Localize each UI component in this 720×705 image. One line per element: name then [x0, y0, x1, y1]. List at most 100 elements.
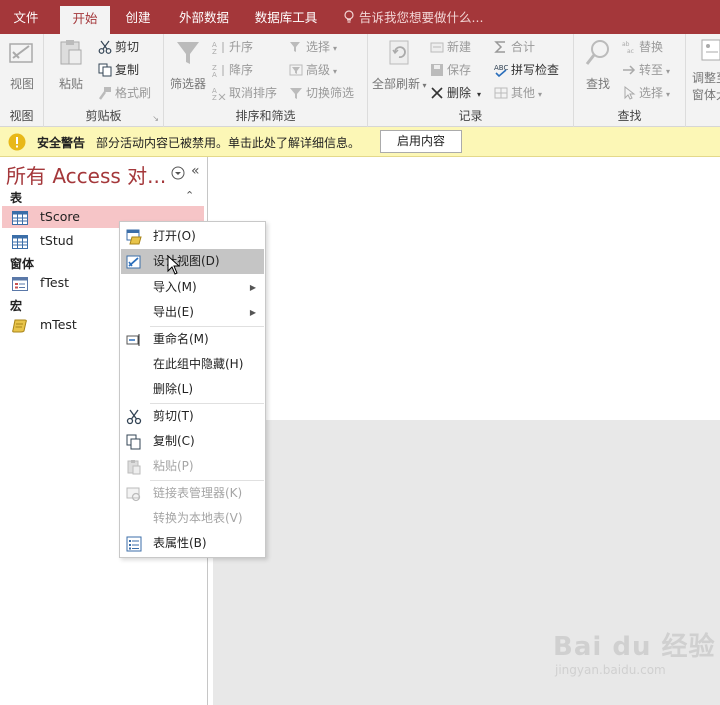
sort-desc-icon: ZA — [212, 63, 229, 79]
copy-icon — [98, 63, 115, 77]
new-label: 新建 — [447, 40, 472, 54]
menu-import-label: 导入(M) — [153, 280, 197, 294]
totals-button[interactable]: 合计 — [494, 37, 535, 57]
tab-home[interactable]: 开始 — [60, 6, 110, 34]
tab-external-data[interactable]: 外部数据 — [168, 0, 240, 34]
new-record-button[interactable]: 新建 — [430, 37, 471, 57]
more-grid-icon — [494, 86, 511, 100]
menu-cut-label: 剪切(T) — [153, 409, 194, 423]
tab-file[interactable]: 文件 — [0, 0, 52, 34]
menu-linked-table-manager[interactable]: 链接表管理器(K) — [121, 481, 264, 506]
sort-desc-label: 降序 — [229, 63, 254, 77]
toggle-filter-button[interactable]: 切换筛选 — [289, 83, 354, 103]
replace-button[interactable]: ab ac 替换 — [622, 37, 663, 57]
ribbon: 视图 视图 粘贴 剪切 复制 格式刷 剪贴板 ↘ 筛选器 A Z 升序 Z A 降序 A… — [0, 34, 720, 127]
refresh-all-label: 全部刷新 — [372, 77, 421, 91]
menu-table-properties[interactable]: 表属性(B) — [121, 531, 264, 556]
remove-sort-button[interactable]: A Z 取消排序 — [212, 83, 277, 103]
tell-me-placeholder: 告诉我您想要做什么... — [359, 10, 484, 25]
sort-ascending-button[interactable]: A Z 升序 — [212, 37, 253, 57]
find-button[interactable]: 查找 — [578, 38, 618, 92]
spelling-button[interactable]: ABC 拼写检查 — [494, 60, 559, 80]
tab-database-tools[interactable]: 数据库工具 — [246, 0, 326, 34]
nav-menu-dropdown-icon[interactable] — [171, 166, 185, 183]
tell-me-search[interactable]: 告诉我您想要做什么... — [343, 0, 483, 34]
sort-descending-button[interactable]: Z A 降序 — [212, 60, 253, 80]
menu-design-view-label: 设计视图(D) — [153, 254, 220, 268]
design-view-icon — [4, 38, 40, 71]
menu-design-view[interactable]: 设计视图(D) — [121, 249, 264, 274]
baidu-watermark: Bai du 经验 jingyan.baidu.com — [553, 626, 716, 677]
submenu-arrow-icon: ▶ — [249, 283, 256, 292]
goto-button[interactable]: 转至 ▾ — [622, 60, 670, 80]
menu-export[interactable]: 导出(E) ▶ — [121, 300, 264, 325]
cut-button[interactable]: 剪切 — [98, 37, 139, 57]
nav-item-label: mTest — [40, 317, 77, 332]
menu-hide-label: 在此组中隐藏(H) — [153, 357, 244, 371]
nav-group-tables[interactable]: 表 — [10, 189, 22, 206]
group-find-label: 查找 — [617, 109, 642, 123]
group-views: 视图 视图 — [0, 34, 44, 127]
nav-pane-title[interactable]: 所有 Access 对... — [6, 160, 166, 189]
menu-hide-in-group[interactable]: 在此组中隐藏(H) — [121, 352, 264, 377]
advanced-button[interactable]: 高级 ▾ — [289, 60, 337, 80]
menu-delete[interactable]: 删除(L) — [121, 377, 264, 402]
group-sort-filter-label: 排序和筛选 — [235, 109, 296, 123]
more-button[interactable]: 其他 ▾ — [494, 83, 542, 103]
tab-create[interactable]: 创建 — [116, 0, 160, 34]
menu-open-label: 打开(O) — [153, 229, 196, 243]
paste-button[interactable]: 粘贴 — [52, 38, 90, 92]
menu-convert-local[interactable]: 转换为本地表(V) — [121, 506, 264, 531]
totals-label: 合计 — [511, 40, 536, 54]
select-button[interactable]: 选择 ▾ — [622, 83, 670, 103]
nav-item-label: tScore — [40, 209, 80, 224]
security-warning-bar: 安全警告 部分活动内容已被禁用。单击此处了解详细信息。 启用内容 — [0, 127, 720, 157]
enable-content-button[interactable]: 启用内容 — [380, 130, 462, 153]
refresh-icon — [372, 38, 426, 71]
scissors-icon — [98, 40, 115, 54]
svg-text:Z: Z — [212, 94, 217, 100]
svg-text:ac: ac — [627, 48, 634, 54]
spell-check-icon: ABC — [494, 63, 511, 78]
menu-import[interactable]: 导入(M) ▶ — [121, 275, 264, 300]
paste-icon — [52, 38, 90, 71]
view-button[interactable]: 视图 — [4, 38, 40, 92]
table-icon — [12, 210, 28, 232]
collapse-pane-icon[interactable]: « — [191, 163, 200, 179]
menu-cut[interactable]: 剪切(T) — [121, 404, 264, 429]
document-area — [213, 157, 720, 420]
sigma-icon — [494, 40, 511, 54]
size-to-fit-label-2: 窗体大小 — [692, 88, 720, 102]
toggle-filter-icon — [289, 86, 306, 100]
menu-open[interactable]: 打开(O) — [121, 224, 264, 249]
copy-button[interactable]: 复制 — [98, 60, 139, 80]
group-views-label: 视图 — [9, 109, 34, 123]
group-records-label: 记录 — [458, 109, 483, 123]
menu-paste-label: 粘贴(P) — [153, 459, 194, 473]
filter-button[interactable]: 筛选器 — [168, 38, 208, 92]
size-to-fit-button[interactable]: 调整至 窗体大小 — [692, 38, 720, 103]
menu-linked-table-label: 链接表管理器(K) — [153, 486, 243, 500]
security-message[interactable]: 部分活动内容已被禁用。单击此处了解详细信息。 — [96, 134, 360, 151]
filter-label: 筛选器 — [169, 77, 206, 91]
format-painter-button[interactable]: 格式刷 — [98, 83, 151, 103]
goto-label: 转至 — [639, 63, 664, 77]
delete-record-button[interactable]: 删除 ▾ — [430, 83, 481, 103]
save-record-button[interactable]: 保存 — [430, 60, 471, 80]
menu-paste[interactable]: 粘贴(P) — [121, 454, 264, 479]
menu-copy[interactable]: 复制(C) — [121, 429, 264, 454]
nav-group-macros[interactable]: 宏 — [10, 297, 22, 314]
dialog-launcher-icon[interactable]: ↘ — [152, 114, 159, 123]
refresh-all-button[interactable]: 全部刷新 ▾ — [372, 38, 427, 92]
selection-button[interactable]: 选择 ▾ — [289, 37, 337, 57]
nav-item-label: fTest — [40, 275, 70, 290]
menu-rename[interactable]: 重命名(M) — [121, 327, 264, 352]
sort-asc-icon: AZ — [212, 40, 229, 56]
delete-x-icon — [430, 86, 447, 100]
nav-group-forms[interactable]: 窗体 — [10, 255, 34, 272]
advanced-label: 高级 — [306, 63, 331, 77]
size-to-fit-label-1: 调整至 — [692, 71, 720, 85]
lightbulb-icon — [343, 10, 359, 25]
watermark-url: jingyan.baidu.com — [555, 663, 666, 677]
collapse-group-icon[interactable]: ⌃ — [185, 189, 194, 202]
